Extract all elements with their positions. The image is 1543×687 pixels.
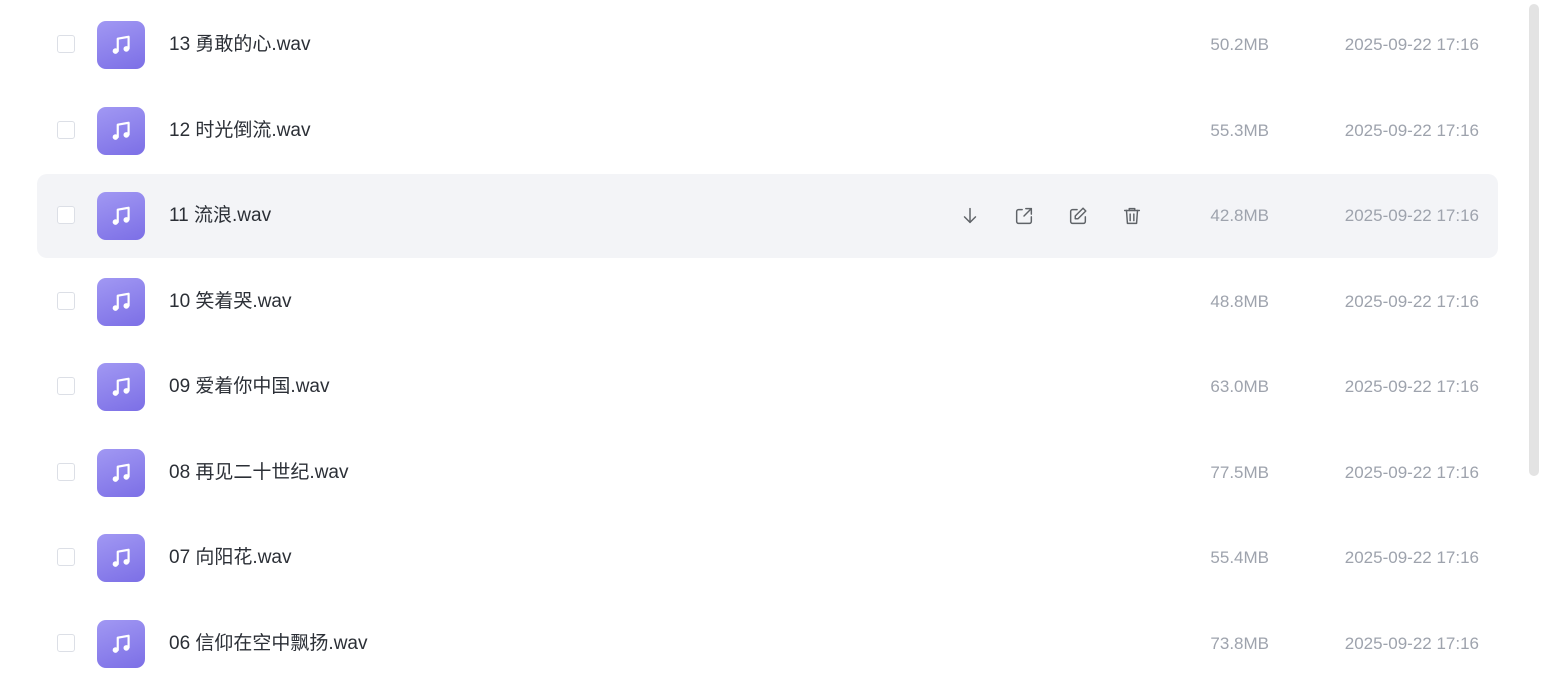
file-name[interactable]: 09 爱着你中国.wav bbox=[169, 375, 329, 399]
file-row[interactable]: 07 向阳花.wav 55.4MB 2025-09-22 17:16 bbox=[37, 516, 1498, 600]
file-row[interactable]: 10 笑着哭.wav 48.8MB 2025-09-22 17:16 bbox=[37, 260, 1498, 344]
delete-button[interactable] bbox=[1119, 203, 1145, 229]
file-size: 73.8MB bbox=[1210, 634, 1269, 653]
share-icon bbox=[1015, 207, 1033, 225]
file-date: 2025-09-22 17:16 bbox=[1344, 292, 1479, 311]
row-actions bbox=[957, 203, 1145, 229]
trash-icon bbox=[1123, 207, 1141, 225]
file-size: 50.2MB bbox=[1210, 35, 1269, 54]
scrollbar-thumb[interactable] bbox=[1529, 4, 1539, 476]
file-date: 2025-09-22 17:16 bbox=[1344, 463, 1479, 482]
row-checkbox[interactable] bbox=[57, 634, 75, 652]
file-row[interactable]: 08 再见二十世纪.wav 77.5MB 2025-09-22 17:16 bbox=[37, 431, 1498, 515]
file-row[interactable]: 13 勇敢的心.wav 50.2MB 2025-09-22 17:16 bbox=[37, 3, 1498, 87]
row-checkbox[interactable] bbox=[57, 121, 75, 139]
row-checkbox[interactable] bbox=[57, 377, 75, 395]
file-date: 2025-09-22 17:16 bbox=[1344, 35, 1479, 54]
music-note-icon bbox=[97, 192, 145, 240]
file-name[interactable]: 08 再见二十世纪.wav bbox=[169, 461, 348, 485]
file-size: 77.5MB bbox=[1210, 463, 1269, 482]
file-size: 55.3MB bbox=[1210, 121, 1269, 140]
file-name[interactable]: 11 流浪.wav bbox=[169, 204, 271, 228]
file-size: 48.8MB bbox=[1210, 292, 1269, 311]
share-button[interactable] bbox=[1011, 203, 1037, 229]
file-name[interactable]: 07 向阳花.wav bbox=[169, 546, 291, 570]
row-checkbox[interactable] bbox=[57, 292, 75, 310]
row-checkbox[interactable] bbox=[57, 548, 75, 566]
file-row[interactable]: 11 流浪.wav 42.8MB 2025-09-22 17:16 bbox=[37, 174, 1498, 258]
file-name[interactable]: 13 勇敢的心.wav bbox=[169, 33, 310, 57]
file-name[interactable]: 06 信仰在空中飘扬.wav bbox=[169, 632, 367, 656]
file-name[interactable]: 12 时光倒流.wav bbox=[169, 119, 310, 143]
row-checkbox[interactable] bbox=[57, 35, 75, 53]
download-icon bbox=[963, 207, 977, 224]
row-checkbox[interactable] bbox=[57, 463, 75, 481]
music-note-icon bbox=[97, 534, 145, 582]
file-row[interactable]: 12 时光倒流.wav 55.3MB 2025-09-22 17:16 bbox=[37, 89, 1498, 173]
music-note-icon bbox=[97, 21, 145, 69]
row-checkbox[interactable] bbox=[57, 206, 75, 224]
file-date: 2025-09-22 17:16 bbox=[1344, 377, 1479, 396]
file-date: 2025-09-22 17:16 bbox=[1344, 121, 1479, 140]
rename-button[interactable] bbox=[1065, 203, 1091, 229]
file-date: 2025-09-22 17:16 bbox=[1344, 548, 1479, 567]
music-note-icon bbox=[97, 620, 145, 668]
music-note-icon bbox=[97, 278, 145, 326]
scrollbar-track[interactable] bbox=[1527, 0, 1543, 687]
music-note-icon bbox=[97, 363, 145, 411]
edit-icon bbox=[1069, 207, 1087, 225]
file-date: 2025-09-22 17:16 bbox=[1344, 634, 1479, 653]
file-size: 42.8MB bbox=[1210, 206, 1269, 225]
music-note-icon bbox=[97, 107, 145, 155]
file-row[interactable]: 06 信仰在空中飘扬.wav 73.8MB 2025-09-22 17:16 bbox=[37, 602, 1498, 686]
file-list: 13 勇敢的心.wav 50.2MB 2025-09-22 17:16 12 时… bbox=[0, 0, 1543, 687]
file-size: 55.4MB bbox=[1210, 548, 1269, 567]
file-date: 2025-09-22 17:16 bbox=[1344, 206, 1479, 225]
music-note-icon bbox=[97, 449, 145, 497]
file-name[interactable]: 10 笑着哭.wav bbox=[169, 290, 291, 314]
download-button[interactable] bbox=[957, 203, 983, 229]
file-size: 63.0MB bbox=[1210, 377, 1269, 396]
file-row[interactable]: 09 爱着你中国.wav 63.0MB 2025-09-22 17:16 bbox=[37, 345, 1498, 429]
